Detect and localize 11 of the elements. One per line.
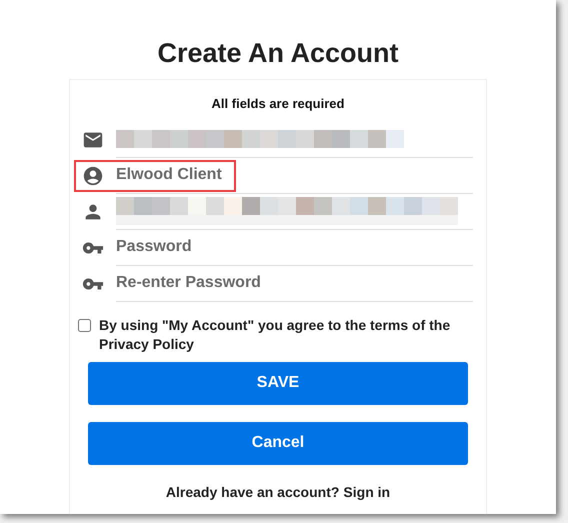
cancel-button[interactable]: Cancel (88, 422, 468, 464)
sign-in-link[interactable]: Sign in (343, 482, 390, 502)
save-button[interactable]: SAVE (88, 362, 468, 404)
text-field[interactable]: Password (116, 230, 473, 264)
agreement-text: By using "My Account" you agree to the terms of the Privacy Policy (99, 316, 452, 354)
required-note: All fields are required (212, 95, 344, 113)
footer-text: Already have an account? (166, 482, 340, 502)
agree-checkbox[interactable] (78, 318, 91, 332)
text-field[interactable]: Elwood Client (116, 158, 473, 192)
page-title: Create An Account (157, 37, 399, 70)
text-field[interactable]: Re-enter Password (116, 266, 473, 300)
